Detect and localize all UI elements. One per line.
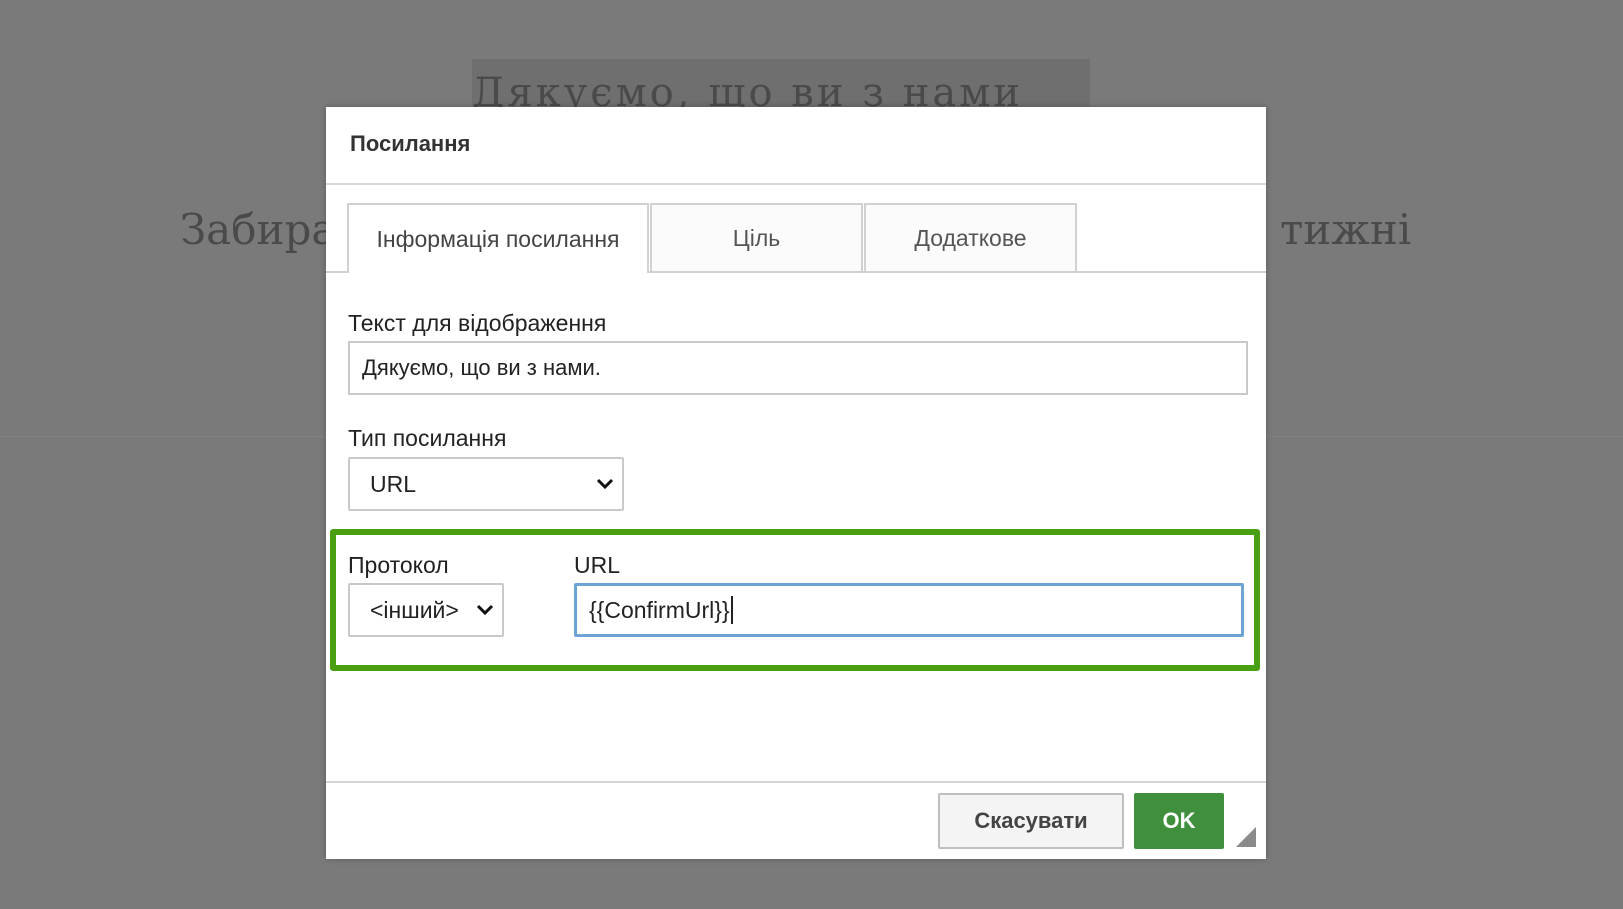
link-type-label: Тип посилання [348,425,507,451]
dialog-tabs: Інформація посилання Ціль Додаткове [347,203,1077,273]
text-cursor [730,596,733,624]
cancel-button[interactable]: Скасувати [938,793,1124,849]
tab-link-info[interactable]: Інформація посилання [347,203,649,273]
resize-handle-icon[interactable] [1236,827,1256,847]
chevron-down-icon [476,601,494,619]
ok-button[interactable]: OK [1134,793,1224,849]
url-input[interactable]: {{ConfirmUrl}} [574,583,1244,637]
link-type-select[interactable]: URL [348,457,624,511]
tab-advanced[interactable]: Додаткове [864,203,1077,271]
protocol-select[interactable]: <інший> [348,583,504,637]
active-tab-connector [349,270,647,274]
link-type-value: URL [370,470,417,497]
url-value: {{ConfirmUrl}} [589,596,730,623]
url-label: URL [574,552,621,578]
protocol-label: Протокол [348,552,449,578]
dialog-title: Посилання [350,131,471,156]
background-text-right: тижні [1280,205,1412,254]
background-text-left: Забира [180,205,337,254]
tab-target[interactable]: Ціль [650,203,863,271]
protocol-value: <інший> [370,596,459,623]
display-text-label: Текст для відображення [348,310,607,336]
link-dialog: Посилання Інформація посилання Ціль Дода… [326,107,1266,859]
display-text-input[interactable]: Дякуємо, що ви з нами. [348,341,1248,395]
title-divider [326,183,1266,185]
footer-divider [326,781,1266,783]
chevron-down-icon [596,475,614,493]
